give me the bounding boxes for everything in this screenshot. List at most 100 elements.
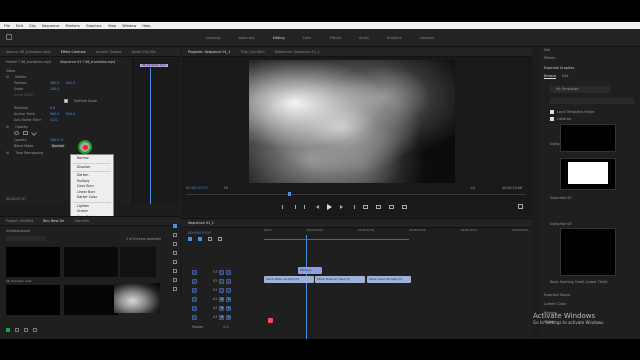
workspace-effects[interactable]: Effects — [329, 36, 341, 40]
tab-libraries[interactable]: Libraries — [74, 219, 89, 223]
list-view-icon[interactable] — [15, 328, 19, 332]
project-thumb-2[interactable] — [64, 247, 118, 277]
master-volume[interactable]: 0.0 — [223, 325, 228, 329]
menu-clip[interactable]: Clip — [29, 24, 36, 28]
antiflicker-value[interactable]: 0.00 — [50, 118, 57, 122]
libraries-checkbox[interactable] — [550, 117, 554, 121]
program-playhead[interactable] — [288, 192, 291, 196]
template-subscribe-02[interactable]: Subscribe 02 — [550, 196, 571, 200]
solo-icon[interactable]: S — [226, 314, 232, 320]
lock-icon[interactable] — [192, 269, 197, 275]
wrench-icon[interactable] — [218, 237, 222, 241]
template-subscribe-03[interactable]: Subscribe 03 — [550, 222, 571, 226]
tab-title[interactable]: Title: (no title) — [241, 50, 265, 54]
blend-darker-color[interactable]: Darker Color — [71, 195, 113, 201]
workspace-graphics[interactable]: Graphics — [387, 36, 402, 40]
ripple-edit-icon[interactable] — [173, 242, 177, 246]
mark-out-icon[interactable] — [293, 205, 296, 209]
rotation-value[interactable]: 0.0 — [50, 106, 55, 110]
menu-help[interactable]: Help — [142, 24, 150, 28]
templates-dropdown[interactable]: My Templates — [550, 86, 610, 93]
rectangle-mask-icon[interactable] — [23, 131, 28, 135]
workspace-assembly[interactable]: Assembly — [238, 36, 254, 40]
workspace-audio[interactable]: Audio — [359, 36, 369, 40]
new-bin-icon[interactable] — [33, 328, 37, 332]
solo-icon[interactable]: S — [226, 296, 232, 302]
quality-select[interactable]: 1/4 — [470, 186, 475, 190]
ec-timecode[interactable]: 00:00:07:07 — [6, 197, 26, 201]
tab-reference[interactable]: Reference: Sequence 01_1 — [275, 50, 320, 54]
ellipse-mask-icon[interactable] — [14, 131, 19, 135]
home-icon[interactable] — [6, 34, 12, 40]
pencil-icon[interactable] — [6, 328, 10, 332]
workspace-libraries[interactable]: Libraries — [420, 36, 435, 40]
project-thumb-smoke[interactable] — [114, 283, 160, 313]
effects-tab[interactable]: Effects — [544, 56, 555, 60]
menu-markers[interactable]: Markers — [66, 24, 80, 28]
tab-sequence[interactable]: Sequence 01_1 — [188, 221, 214, 225]
extract-icon[interactable] — [376, 205, 381, 209]
anchor-y[interactable]: 540.0 — [65, 112, 74, 116]
mute-icon[interactable]: M — [219, 314, 225, 320]
local-templates-checkbox[interactable] — [550, 110, 554, 114]
snap-icon[interactable] — [188, 237, 192, 241]
program-scrub-bar[interactable] — [186, 194, 526, 195]
go-to-out-icon[interactable] — [351, 205, 355, 209]
sync-lock-icon[interactable] — [219, 287, 225, 293]
type-tool-icon[interactable] — [173, 287, 177, 291]
step-back-icon[interactable] — [316, 205, 319, 209]
menu-file[interactable]: File — [4, 24, 10, 28]
sync-lock-icon[interactable] — [219, 278, 225, 284]
add-button-icon[interactable] — [518, 204, 523, 209]
project-thumb-4[interactable] — [6, 285, 60, 315]
source-patch-a1[interactable] — [192, 296, 197, 302]
step-forward-icon[interactable] — [340, 205, 343, 209]
template-lower-third[interactable]: Basic Opening Credit (Lower Third) — [550, 280, 608, 284]
workspace-learning[interactable]: Learning — [206, 36, 221, 40]
zoom-fit-select[interactable]: Fit — [224, 186, 228, 190]
project-search-input[interactable] — [6, 236, 46, 241]
motion-row[interactable]: fx Motion — [6, 75, 26, 79]
blend-dissolve[interactable]: Dissolve — [71, 165, 113, 171]
uniform-scale-checkbox[interactable] — [64, 99, 68, 103]
essential-sound-panel[interactable]: Essential Sound — [544, 293, 570, 297]
lock-icon[interactable] — [192, 278, 197, 284]
linked-icon[interactable] — [198, 237, 202, 241]
scale-value[interactable]: 100.0 — [50, 87, 59, 91]
lock-icon[interactable] — [192, 314, 197, 320]
tab-edit[interactable]: Edit — [562, 74, 568, 79]
menu-graphics[interactable]: Graphics — [86, 24, 102, 28]
program-video-frame[interactable] — [249, 60, 455, 183]
timeline-playhead[interactable] — [306, 235, 307, 339]
sequence-clip-label[interactable]: Sequence 01 * 06_transition.mp4 — [60, 60, 115, 64]
eg-search-input[interactable] — [550, 98, 634, 104]
opacity-value[interactable]: 100.0 % — [50, 138, 64, 142]
clip-v1-a[interactable]: Stock Video 10.mp4 [V] — [264, 276, 314, 283]
opacity-section-row[interactable]: fx Opacity — [6, 125, 28, 129]
go-to-in-icon[interactable] — [304, 205, 308, 209]
clip-v2[interactable]: 06.mp4 — [298, 267, 322, 274]
tab-lumetri-scopes[interactable]: Lumetri Scopes — [96, 50, 122, 54]
comparison-view-icon[interactable] — [402, 205, 407, 209]
tab-audio-clip-mixer[interactable]: Audio Clip Mix — [132, 50, 156, 54]
project-thumb-5[interactable] — [64, 285, 118, 315]
menu-edit[interactable]: Edit — [16, 24, 23, 28]
project-thumb-1[interactable] — [6, 247, 60, 277]
anchor-x[interactable]: 960.0 — [50, 112, 59, 116]
sync-lock-icon[interactable] — [219, 269, 225, 275]
lift-icon[interactable] — [363, 205, 368, 209]
lumetri-color-panel[interactable]: Lumetri Color — [544, 302, 566, 306]
tab-source[interactable]: Source: 06_transition.mp4 — [6, 50, 51, 54]
eye-icon[interactable] — [226, 269, 232, 275]
track-select-icon[interactable] — [173, 233, 177, 237]
mute-icon[interactable]: M — [219, 305, 225, 311]
clip-v1-c[interactable]: Stock Video 08.mp4 [V] — [367, 276, 411, 283]
workspace-color[interactable]: Color — [303, 36, 312, 40]
eye-icon[interactable] — [226, 278, 232, 284]
hand-tool-icon[interactable] — [173, 278, 177, 282]
template-thumb-3[interactable] — [560, 228, 616, 276]
tab-program[interactable]: Program: Sequence 01_1 — [188, 50, 231, 54]
mark-in-icon[interactable] — [282, 205, 285, 209]
solo-icon[interactable]: S — [226, 305, 232, 311]
blend-normal[interactable]: Normal — [71, 156, 113, 162]
